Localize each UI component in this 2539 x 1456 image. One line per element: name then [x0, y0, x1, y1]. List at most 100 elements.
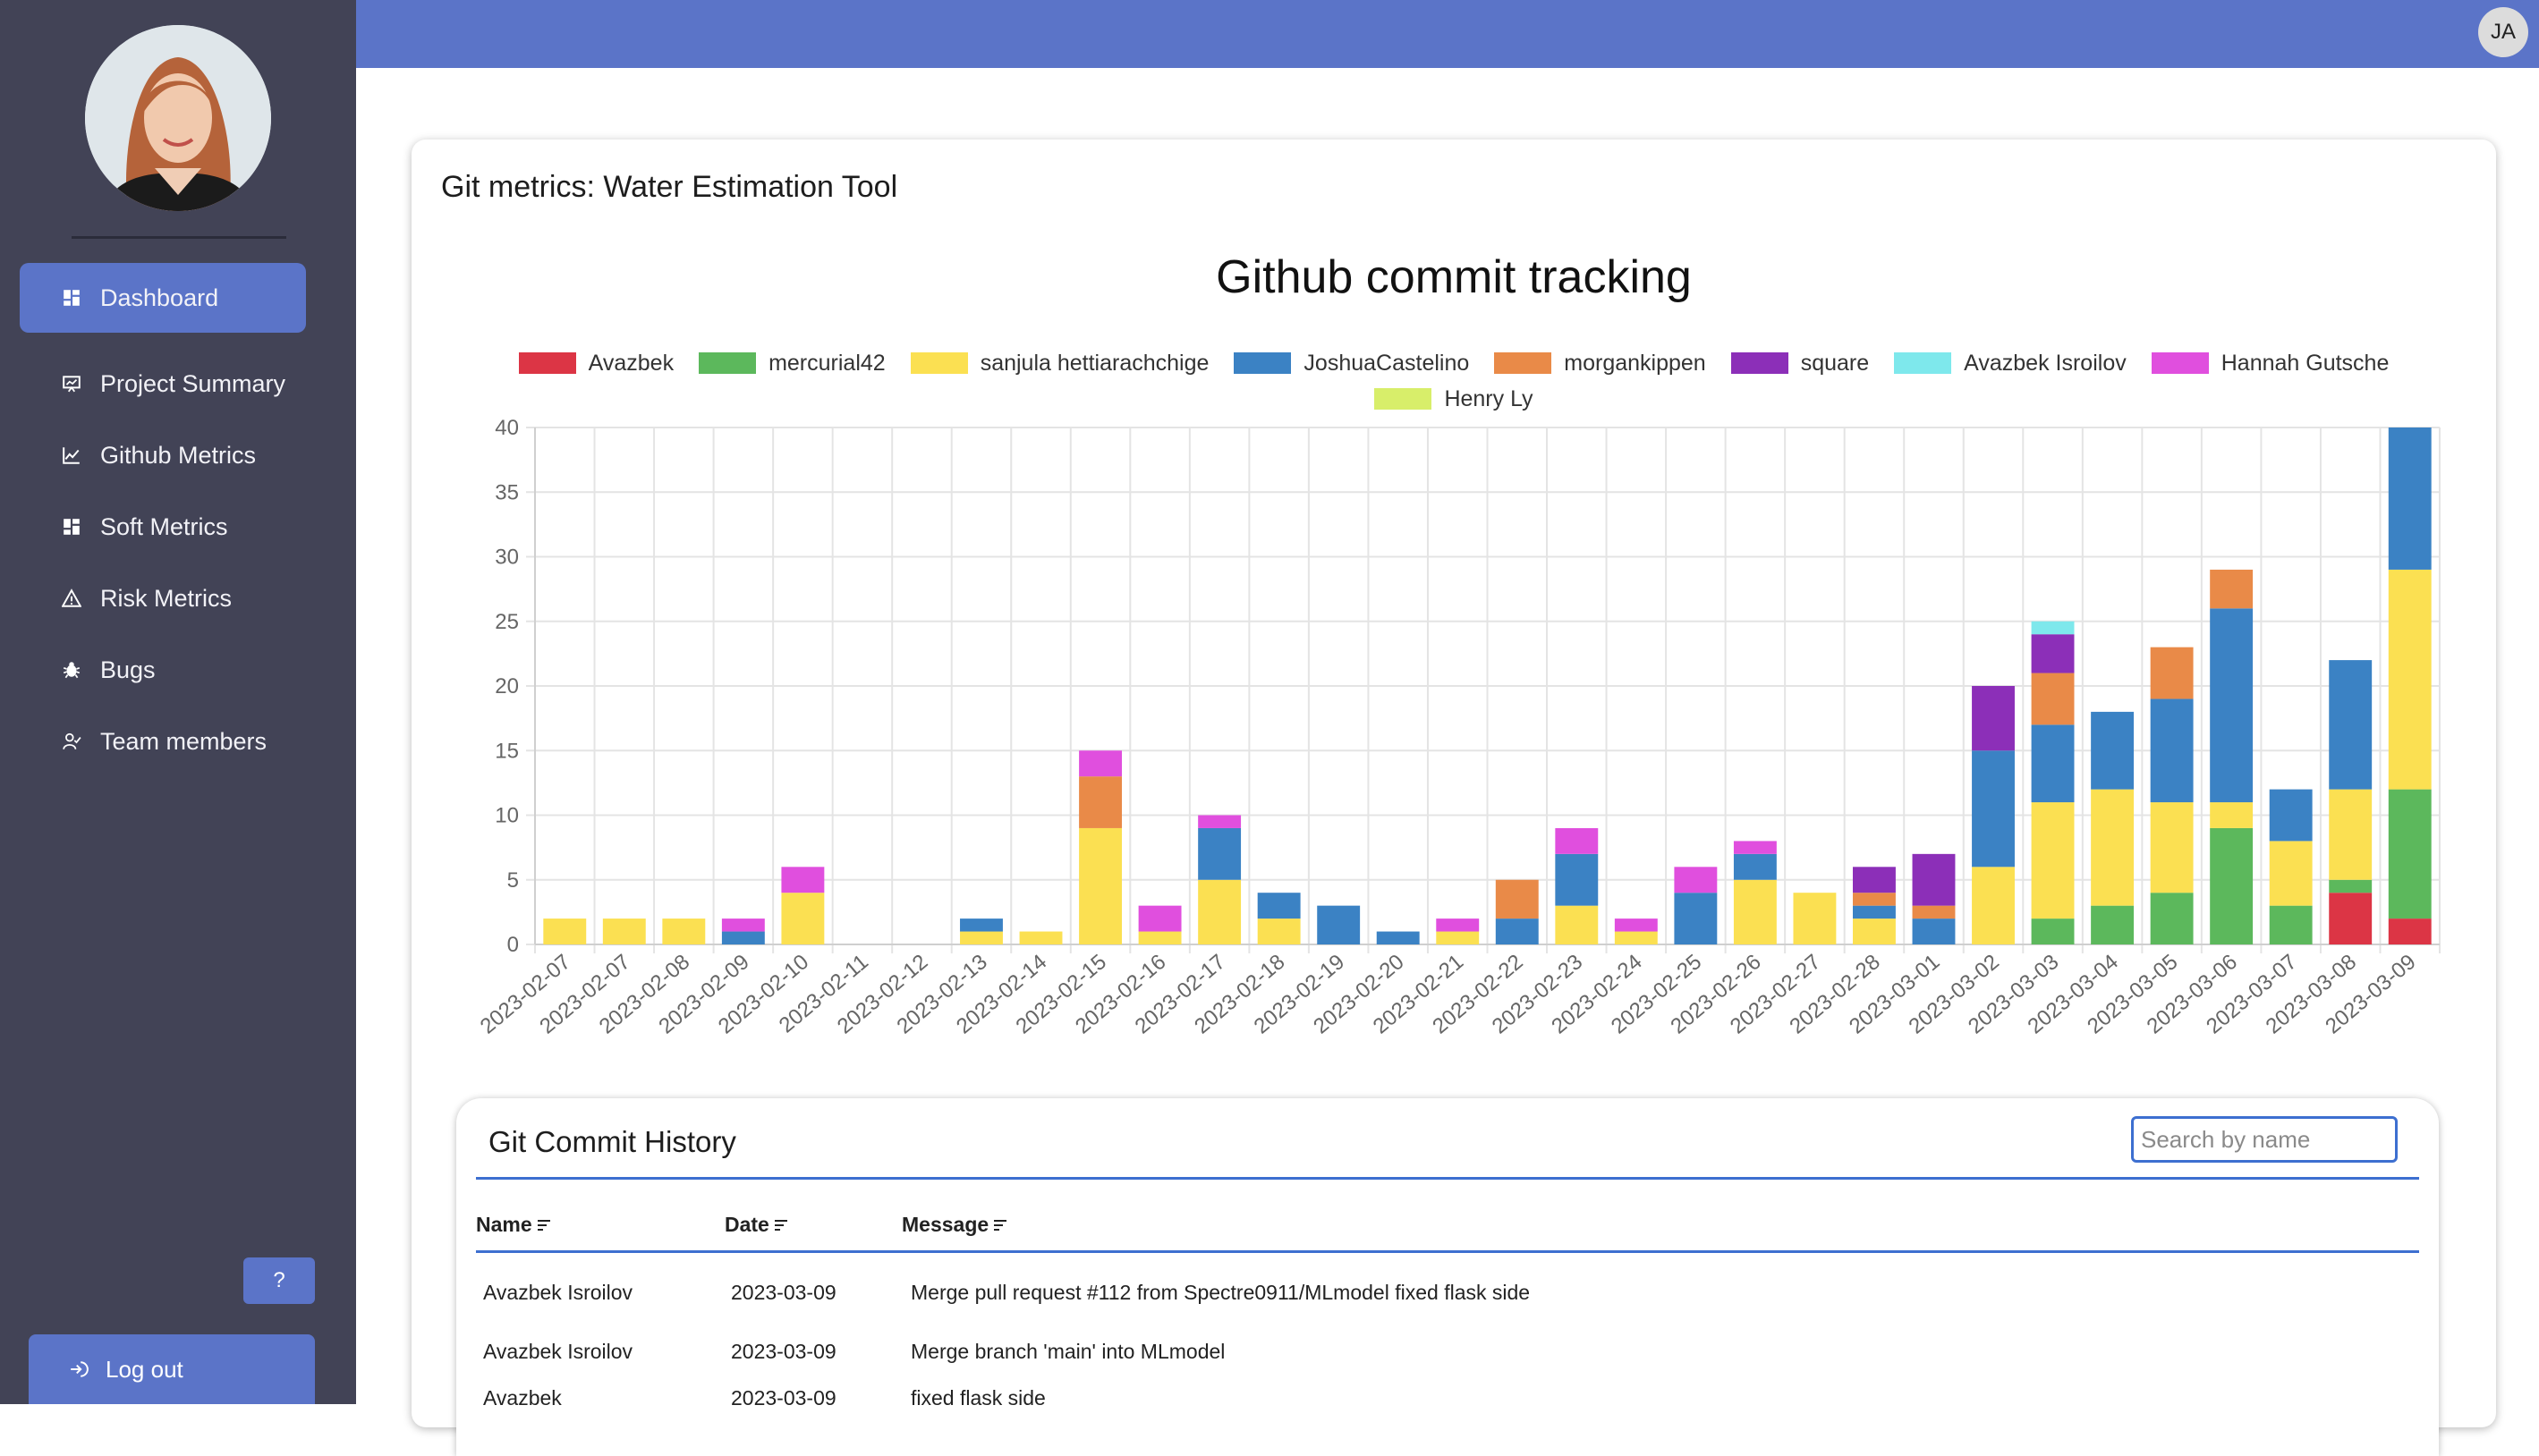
- bar-segment: [2031, 802, 2075, 919]
- commit-message: fixed flask side: [911, 1386, 1046, 1409]
- bar-segment: [1198, 815, 1242, 828]
- bar-segment: [2031, 634, 2075, 673]
- bar-segment: [2329, 789, 2373, 880]
- column-header-label: Message: [902, 1213, 989, 1236]
- column-header-label: Name: [476, 1213, 532, 1236]
- sort-icon: [994, 1219, 1007, 1231]
- bar-segment: [1198, 879, 1242, 944]
- bar-segment: [2210, 827, 2254, 944]
- bar-segment: [1198, 827, 1242, 880]
- bar-segment: [1495, 918, 1539, 944]
- bar-segment: [1079, 750, 1122, 777]
- help-button[interactable]: ?: [243, 1257, 315, 1304]
- bar-segment: [2388, 789, 2432, 919]
- bar-segment: [2091, 711, 2135, 790]
- bar-segment: [2388, 427, 2432, 570]
- commit-chart: 05101520253035402023-02-072023-02-072023…: [476, 416, 2441, 1039]
- bar-segment: [662, 918, 706, 944]
- bar-segment: [1079, 776, 1122, 828]
- y-tick-label: 15: [495, 739, 519, 763]
- bar-segment: [1436, 918, 1480, 932]
- column-header-message[interactable]: Message: [902, 1213, 1008, 1237]
- bar-segment: [721, 918, 765, 932]
- bar-segment: [2031, 673, 2075, 725]
- y-tick-label: 25: [495, 610, 519, 634]
- bar-segment: [2210, 802, 2254, 828]
- bar-segment: [960, 931, 1003, 944]
- bar-segment: [2031, 621, 2075, 635]
- commit-message: Merge branch 'main' into MLmodel: [911, 1340, 1226, 1363]
- commit-author: Avazbek Isroilov: [483, 1340, 633, 1363]
- bar-segment: [1853, 918, 1896, 944]
- bar-segment: [1614, 918, 1658, 932]
- bar-segment: [2150, 698, 2194, 803]
- bar-segment: [2269, 789, 2313, 842]
- bar-segment: [2329, 879, 2373, 893]
- bar-segment: [1436, 931, 1480, 944]
- table-row[interactable]: Avazbek 2023-03-09 fixed flask side: [456, 1386, 2439, 1422]
- bar-segment: [2388, 918, 2432, 944]
- bar-segment: [2210, 569, 2254, 609]
- commit-date: 2023-03-09: [731, 1386, 836, 1409]
- bar-segment: [2329, 893, 2373, 944]
- table-row[interactable]: Avazbek Isroilov 2023-03-09 Merge branch…: [456, 1340, 2439, 1376]
- bar-segment: [1138, 905, 1182, 932]
- bar-segment: [1912, 905, 1956, 919]
- bar-segment: [1853, 905, 1896, 919]
- bar-segment: [1972, 750, 2015, 868]
- bar-segment: [1674, 867, 1718, 893]
- bar-segment: [1495, 879, 1539, 919]
- search-input[interactable]: [2131, 1116, 2398, 1163]
- column-header-label: Date: [725, 1213, 769, 1236]
- bar-segment: [1257, 893, 1301, 919]
- y-tick-label: 10: [495, 804, 519, 828]
- commit-history-panel: Git Commit History Name Date Message Ava…: [456, 1098, 2439, 1456]
- bar-segment: [2150, 647, 2194, 699]
- commit-author: Avazbek Isroilov: [483, 1281, 633, 1304]
- bar-segment: [721, 931, 765, 944]
- bar-segment: [1376, 931, 1420, 944]
- y-tick-label: 20: [495, 674, 519, 698]
- divider: [476, 1250, 2419, 1253]
- y-tick-label: 35: [495, 480, 519, 504]
- bar-segment: [1257, 918, 1301, 944]
- bar-segment: [2210, 608, 2254, 803]
- commit-author: Avazbek: [483, 1386, 562, 1409]
- column-header-name[interactable]: Name: [476, 1213, 552, 1237]
- bar-segment: [1733, 853, 1777, 880]
- bar-segment: [1972, 867, 2015, 944]
- column-header-date[interactable]: Date: [725, 1213, 789, 1237]
- bar-segment: [2150, 802, 2194, 893]
- bar-segment: [2329, 660, 2373, 790]
- divider: [476, 1177, 2419, 1180]
- bar-segment: [1912, 853, 1956, 906]
- logout-label: Log out: [106, 1355, 183, 1383]
- commit-message: Merge pull request #112 from Spectre0911…: [911, 1281, 1531, 1304]
- bar-segment: [1853, 867, 1896, 893]
- bar-segment: [1972, 686, 2015, 751]
- bar-segment: [1079, 827, 1122, 944]
- commit-date: 2023-03-09: [731, 1281, 836, 1304]
- bar-segment: [781, 867, 825, 893]
- bar-segment: [2150, 893, 2194, 944]
- bar-segment: [2269, 905, 2313, 944]
- bar-segment: [1733, 841, 1777, 854]
- bar-segment: [1614, 931, 1658, 944]
- bar-segment: [1317, 905, 1361, 944]
- bar-segment: [543, 918, 587, 944]
- bar-segment: [602, 918, 646, 944]
- table-row[interactable]: Avazbek Isroilov 2023-03-09 Merge pull r…: [456, 1281, 2439, 1316]
- bar-segment: [960, 918, 1003, 932]
- commit-date: 2023-03-09: [731, 1340, 836, 1363]
- sort-icon: [537, 1219, 550, 1231]
- bar-segment: [1912, 918, 1956, 944]
- bar-segment: [1555, 905, 1599, 944]
- logout-icon: [68, 1359, 89, 1380]
- bar-segment: [781, 893, 825, 944]
- bar-segment: [1674, 893, 1718, 944]
- bar-segment: [1733, 879, 1777, 944]
- bar-segment: [1853, 893, 1896, 906]
- logout-button[interactable]: Log out: [29, 1334, 315, 1404]
- y-tick-label: 0: [507, 933, 519, 957]
- sort-icon: [774, 1219, 787, 1231]
